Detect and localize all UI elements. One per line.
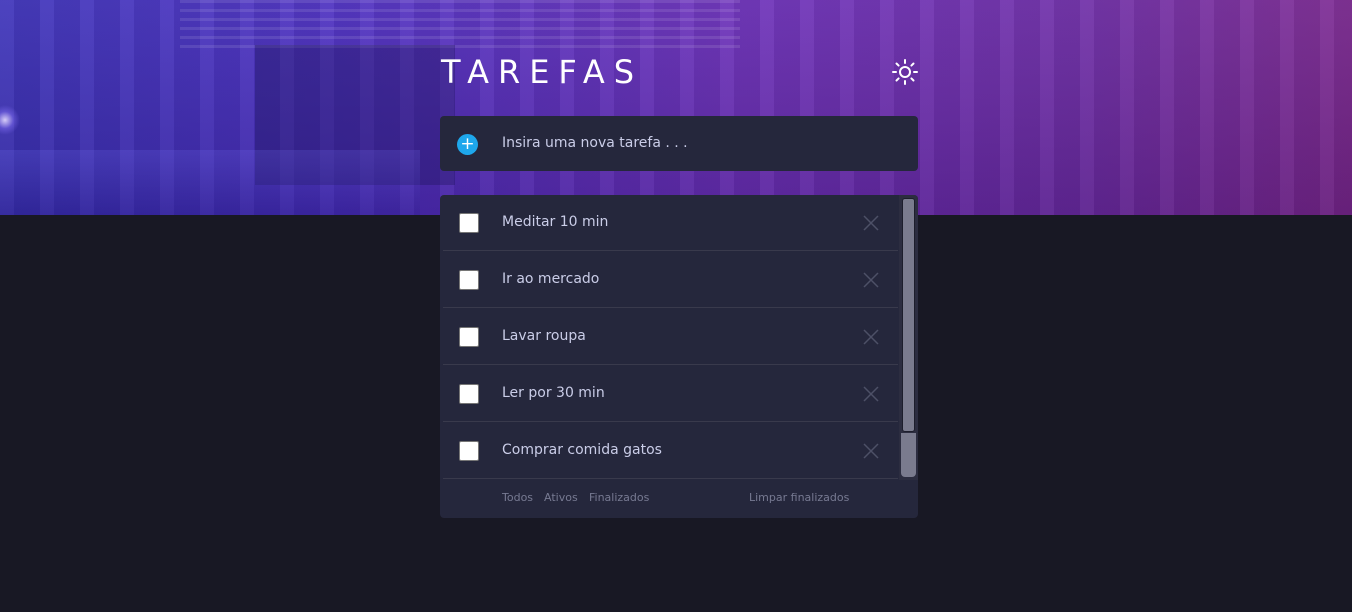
filter-active-button[interactable]: Ativos — [544, 491, 578, 505]
header-background-image — [0, 0, 1352, 215]
page-title: TAREFAS — [441, 53, 644, 91]
filter-all-button[interactable]: Todos — [502, 491, 533, 505]
task-label: Comprar comida gatos — [502, 442, 662, 458]
list-footer: Todos Ativos Finalizados Limpar finaliza… — [440, 477, 918, 518]
filter-completed-button[interactable]: Finalizados — [589, 491, 649, 505]
close-icon[interactable] — [861, 270, 881, 290]
task-item[interactable]: Meditar 10 min — [443, 195, 898, 251]
task-label: Meditar 10 min — [502, 214, 609, 230]
task-list: Meditar 10 min Ir ao mercado Lavar roupa… — [440, 195, 898, 479]
close-icon[interactable] — [861, 213, 881, 233]
theme-toggle-button[interactable] — [891, 58, 919, 86]
add-task-button[interactable]: + — [457, 134, 478, 155]
task-item[interactable]: Ler por 30 min — [443, 366, 898, 422]
close-icon[interactable] — [861, 441, 881, 461]
new-task-input[interactable] — [502, 130, 892, 156]
task-item[interactable]: Ir ao mercado — [443, 252, 898, 308]
sun-icon — [892, 59, 918, 85]
task-label: Ir ao mercado — [502, 271, 600, 287]
scrollbar-thumb[interactable] — [902, 198, 915, 432]
task-item[interactable]: Comprar comida gatos — [443, 423, 898, 479]
close-icon[interactable] — [861, 327, 881, 347]
task-list-panel: Meditar 10 min Ir ao mercado Lavar roupa… — [440, 195, 918, 518]
clear-completed-button[interactable]: Limpar finalizados — [749, 491, 849, 505]
scrollbar-end — [901, 433, 916, 477]
task-label: Lavar roupa — [502, 328, 586, 344]
task-checkbox[interactable] — [459, 327, 479, 347]
task-item[interactable]: Lavar roupa — [443, 309, 898, 365]
task-checkbox[interactable] — [459, 441, 479, 461]
close-icon[interactable] — [861, 384, 881, 404]
task-checkbox[interactable] — [459, 384, 479, 404]
task-label: Ler por 30 min — [502, 385, 605, 401]
hero-ceiling-lines — [180, 0, 740, 50]
hero-floor — [0, 150, 420, 215]
task-checkbox[interactable] — [459, 213, 479, 233]
plus-icon: + — [460, 134, 475, 154]
task-checkbox[interactable] — [459, 270, 479, 290]
new-task-bar: + — [440, 116, 918, 171]
